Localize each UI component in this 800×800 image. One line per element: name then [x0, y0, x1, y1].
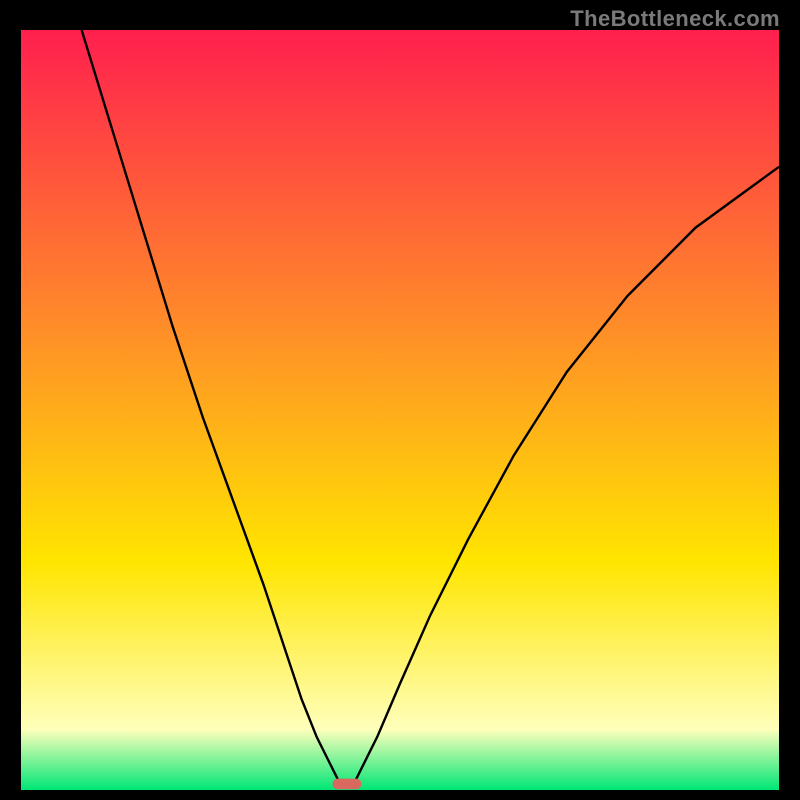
watermark-text: TheBottleneck.com	[570, 6, 780, 32]
gradient-background	[21, 30, 779, 790]
optimum-marker	[333, 779, 362, 790]
chart-frame: TheBottleneck.com	[0, 0, 800, 800]
bottleneck-chart	[21, 30, 779, 790]
